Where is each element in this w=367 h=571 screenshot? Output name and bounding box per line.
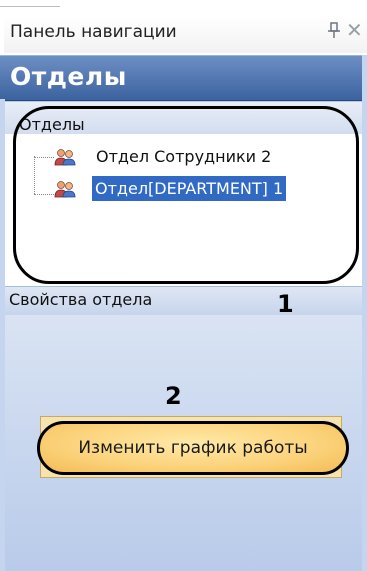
navigation-panel-title: Панель навигации	[10, 22, 177, 42]
divider	[0, 0, 60, 7]
callout-number-1: 1	[277, 290, 294, 318]
navigation-panel: Панель навигации ✕ Отделы Отделы Отдел С…	[0, 0, 367, 571]
callout-highlight-frame	[13, 106, 359, 284]
department-properties-label: Свойства отдела	[9, 290, 153, 309]
banner-title: Отделы	[10, 62, 127, 91]
change-schedule-button[interactable]: Изменить график работы	[37, 421, 349, 475]
pin-icon[interactable]	[327, 22, 341, 40]
panel-right-border	[362, 55, 367, 571]
callout-number-2: 2	[165, 382, 182, 410]
close-icon[interactable]: ✕	[346, 20, 363, 40]
